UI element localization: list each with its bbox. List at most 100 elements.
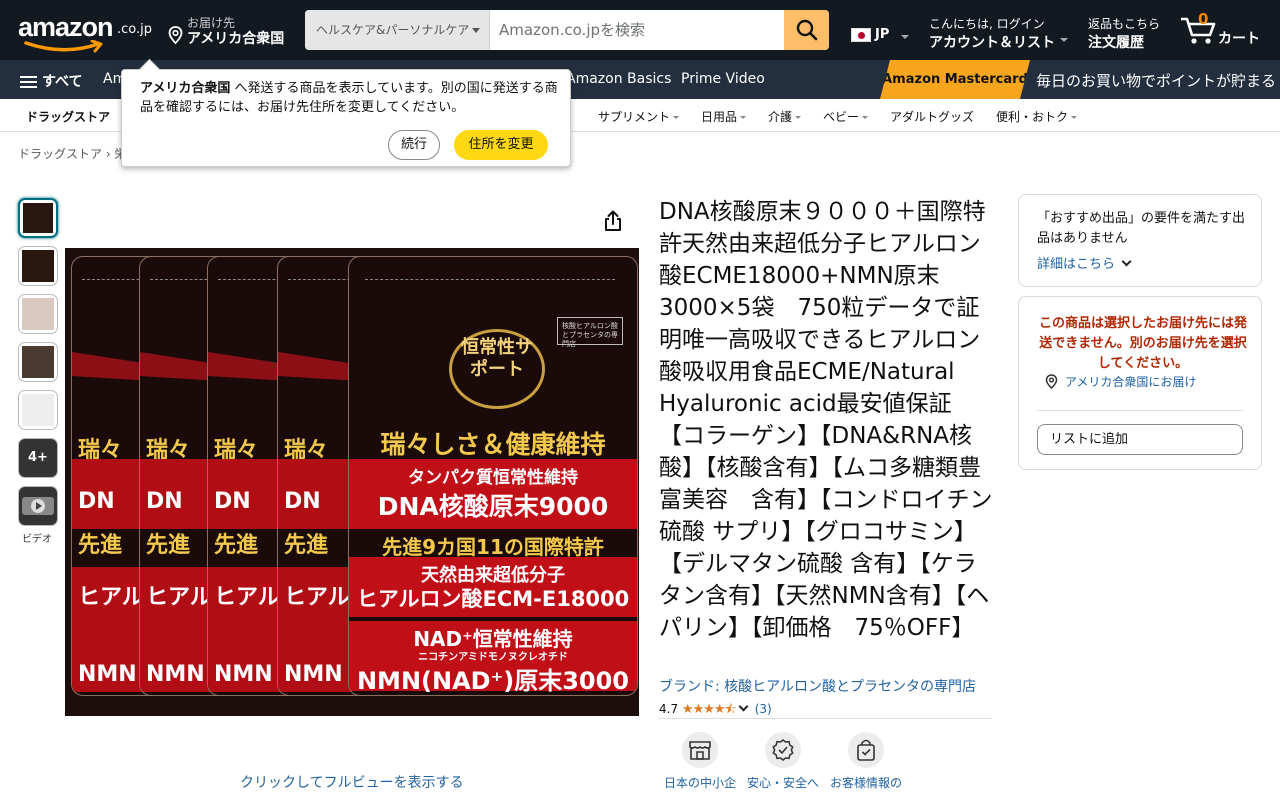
- play-icon: [22, 497, 54, 515]
- continue-button[interactable]: 続行: [388, 130, 440, 160]
- subnav-daily-goods[interactable]: 日用品: [701, 108, 747, 125]
- thumbnail-1[interactable]: [18, 198, 58, 238]
- promo-tag: Amazon Mastercard: [880, 60, 1030, 99]
- change-address-button[interactable]: 住所を変更: [454, 130, 548, 160]
- video-thumbnail[interactable]: [18, 486, 58, 526]
- subnav-label: 介護: [768, 110, 793, 124]
- logo-tld: .co.jp: [117, 22, 153, 37]
- no-featured-offer-text: 「おすすめ出品」の要件を満たす出品はありません: [1037, 211, 1246, 246]
- caret-down-icon: [862, 116, 869, 119]
- all-menu-button[interactable]: すべて: [20, 71, 82, 91]
- star-rating-icon: ★★★★⯪: [681, 702, 737, 717]
- chevron-down-icon: [738, 701, 749, 712]
- logo-text: amazon: [18, 12, 114, 42]
- account-and-lists[interactable]: こんにちは, ログイン アカウント＆リスト: [929, 15, 1074, 52]
- search-category-select[interactable]: ヘルスケア&パーソナルケア: [305, 10, 490, 50]
- package-text: NMN: [284, 662, 343, 687]
- package-text: ヒアル: [214, 585, 280, 610]
- feature-safety[interactable]: 安心・安全へ: [743, 732, 823, 791]
- subnav-deals[interactable]: 便利・おトク: [996, 108, 1078, 125]
- subnav-drugstore[interactable]: ドラッグストア: [26, 108, 110, 125]
- more-images-thumbnail[interactable]: 4+: [18, 438, 58, 478]
- delivery-location-link[interactable]: アメリカ合衆国にお届け: [1045, 373, 1196, 390]
- feature-label: 安心・安全へ: [746, 776, 819, 790]
- location-pin-icon: [1045, 374, 1058, 389]
- main-product-image[interactable]: 瑞々 DN 先進 ヒアル NMN 瑞々 DN 先進 ヒアル NMN 瑞々 DN …: [65, 248, 639, 716]
- shipping-warning: この商品は選択したお届け先には発送できません。別のお届け先を選択してください。: [1038, 316, 1247, 371]
- mastercard-promo[interactable]: Amazon Mastercard 毎日のお買い物でポイントが貯まる: [880, 60, 1280, 99]
- seal-text: 恒常性サポート: [461, 337, 533, 380]
- package-text: ヒアル: [284, 585, 350, 610]
- cart-count: 0: [1198, 10, 1209, 28]
- popover-message: アメリカ合衆国 へ発送する商品を表示しています。別の国に発送する商品を確認するに…: [140, 79, 558, 117]
- package-text: DN: [284, 489, 321, 514]
- cart-button[interactable]: 0 カート: [1180, 10, 1275, 50]
- offer-info-box: 「おすすめ出品」の要件を満たす出品はありません 詳細はこちら: [1018, 194, 1262, 287]
- package-text: DN: [214, 489, 251, 514]
- more-images-count: 4+: [28, 450, 48, 465]
- subnav-label: ベビー: [823, 110, 860, 124]
- divider: [659, 718, 992, 719]
- subnav-label: サプリメント: [598, 110, 671, 124]
- package-text: NMN: [146, 662, 205, 687]
- all-menu-label: すべて: [42, 74, 83, 90]
- japan-flag-icon: [851, 28, 871, 42]
- subnav-nursing[interactable]: 介護: [768, 108, 802, 125]
- rating-value: 4.7: [659, 702, 679, 716]
- front-package: 核酸ヒアルロン酸とプラセンタの専門店 恒常性サポート 瑞々しさ＆健康維持 タンパ…: [348, 256, 638, 696]
- cart-label: カート: [1218, 31, 1260, 47]
- secure-bag-icon: [848, 732, 884, 768]
- amazon-logo[interactable]: amazon .co.jp: [18, 10, 153, 53]
- package-line: 先進9カ国11の国際特許: [382, 535, 604, 559]
- thumbnail-2[interactable]: [18, 246, 58, 286]
- language-code: JP: [875, 27, 890, 42]
- deliver-country: アメリカ合衆国: [187, 31, 285, 47]
- thumbnail-5[interactable]: [18, 390, 58, 430]
- subnav-supplements[interactable]: サプリメント: [598, 108, 680, 125]
- storefront-icon: [682, 732, 718, 768]
- account-label: アカウント＆リスト: [929, 35, 1055, 51]
- shop-badge: 核酸ヒアルロン酸とプラセンタの専門店: [557, 317, 623, 348]
- caret-down-icon: [673, 116, 680, 119]
- thumbnail-3[interactable]: [18, 294, 58, 334]
- caret-down-icon: [901, 35, 909, 39]
- deliver-to-location[interactable]: お届け先 アメリカ合衆国: [168, 14, 293, 48]
- details-label: 詳細はこちら: [1037, 257, 1116, 272]
- details-link[interactable]: 詳細はこちら: [1037, 253, 1132, 272]
- nav-item-amazon-basics[interactable]: Amazon Basics: [566, 71, 671, 87]
- caret-down-icon: [472, 28, 480, 33]
- badge-check-icon: [765, 732, 801, 768]
- package-text: 先進: [146, 533, 191, 558]
- orders-label: 注文履歴: [1088, 35, 1144, 51]
- search-button[interactable]: [784, 10, 829, 50]
- package-text: 先進: [284, 533, 329, 558]
- package-text: NMN: [78, 662, 137, 687]
- breadcrumb[interactable]: ドラッグストア › 栄: [18, 145, 126, 162]
- package-line: タンパク質恒常性維持: [408, 468, 578, 488]
- package-text: NMN: [214, 662, 273, 687]
- subnav-baby[interactable]: ベビー: [823, 108, 869, 125]
- returns-and-orders[interactable]: 返品もこちら 注文履歴: [1088, 15, 1160, 52]
- feature-label: 日本の中小企: [663, 776, 736, 790]
- share-button[interactable]: [603, 210, 623, 236]
- add-to-list-button[interactable]: リストに追加: [1037, 424, 1243, 455]
- package-line: DNA核酸原末9000: [377, 492, 609, 521]
- search-input[interactable]: [490, 10, 784, 50]
- review-count[interactable]: (3): [755, 702, 772, 716]
- feature-small-business[interactable]: 日本の中小企: [660, 732, 740, 791]
- subnav-adult[interactable]: アダルトグッズ: [890, 108, 974, 125]
- thumbnail-4[interactable]: [18, 342, 58, 382]
- full-view-link[interactable]: クリックしてフルビューを表示する: [240, 772, 464, 792]
- feature-customer-info[interactable]: お客様情報の: [826, 732, 906, 791]
- brand-link[interactable]: ブランド: 核酸ヒアルロン酸とプラセンタの専門店: [659, 676, 976, 696]
- account-greeting: こんにちは, ログイン: [929, 17, 1045, 31]
- nav-item-prime-video[interactable]: Prime Video: [681, 71, 765, 87]
- package-line: NMN(NAD⁺)原末3000: [356, 667, 630, 695]
- package-text: 先進: [214, 533, 259, 558]
- smile-arrow-icon: [24, 40, 103, 53]
- share-icon: [605, 210, 621, 231]
- location-popover: アメリカ合衆国 へ発送する商品を表示しています。別の国に発送する商品を確認するに…: [121, 69, 571, 167]
- divider: [1037, 410, 1243, 411]
- caret-down-icon: [740, 116, 747, 119]
- package-line: ヒアルロン酸ECM-E18000: [356, 587, 630, 611]
